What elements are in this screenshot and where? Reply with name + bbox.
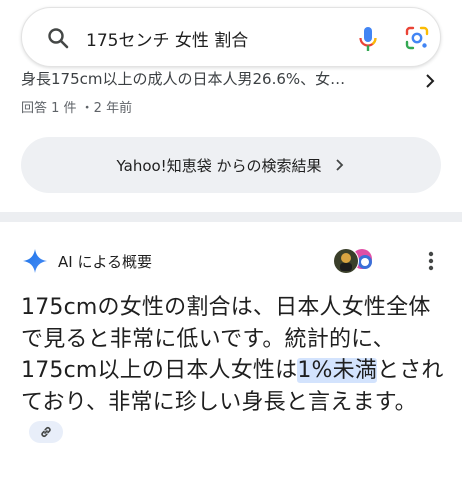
ai-overview-answer: 175cmの女性の割合は、日本人女性全体で見ると非常に低いです。統計的に、175…	[21, 292, 446, 450]
google-lens-icon[interactable]	[404, 25, 430, 51]
more-results-label: Yahoo!知恵袋 からの検索結果	[116, 156, 322, 175]
chevron-right-icon	[336, 159, 344, 171]
previous-result-snippet-text: 身長175cm以上の成人の日本人男26.6%、女…	[21, 70, 346, 88]
link-icon	[41, 427, 51, 437]
gemini-sparkle-icon	[23, 249, 47, 273]
chevron-right-icon[interactable]	[424, 74, 436, 88]
section-divider	[0, 212, 462, 222]
ai-overview-header: AI による概要	[22, 246, 442, 276]
mic-icon[interactable]	[356, 25, 380, 53]
source-avatars-icon[interactable]	[332, 246, 380, 276]
source-link-chip[interactable]	[29, 421, 63, 443]
previous-result-meta: 回答 1 件 ・2 年前	[21, 101, 133, 116]
more-results-button[interactable]: Yahoo!知恵袋 からの検索結果	[21, 137, 441, 193]
answer-highlight: 1%未満	[297, 358, 378, 383]
search-icon[interactable]	[46, 26, 70, 50]
more-vert-icon[interactable]	[422, 248, 440, 274]
ai-overview-title: AI による概要	[58, 253, 153, 271]
search-input[interactable]	[86, 24, 316, 52]
search-bar[interactable]	[21, 7, 441, 67]
